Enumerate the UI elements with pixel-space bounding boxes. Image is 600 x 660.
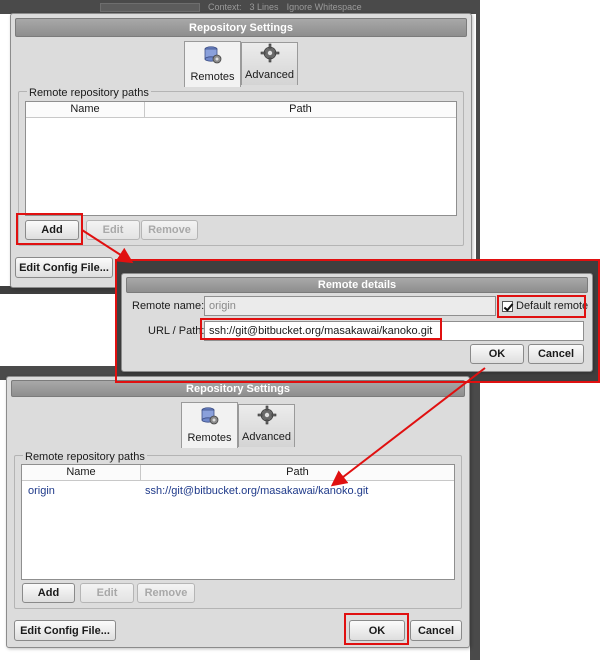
row-path-cell: ssh://git@bitbucket.org/masakawai/kanoko…: [145, 485, 369, 497]
dialog-title: Repository Settings: [11, 380, 465, 397]
dialog-title: Repository Settings: [15, 18, 467, 37]
table-header: Name Path: [22, 465, 454, 481]
tab-remotes-label: Remotes: [190, 71, 235, 83]
edit-button[interactable]: Edit: [86, 220, 140, 240]
tab-remotes-label: Remotes: [187, 432, 232, 444]
background-app-lower-right: [470, 366, 480, 660]
repository-settings-dialog-empty: Repository Settings Remotes Advanced Rem…: [10, 13, 472, 288]
gear-icon: [257, 405, 277, 431]
background-app-right: [476, 0, 480, 260]
background-ignore-whitespace: Ignore Whitespace: [286, 2, 362, 12]
default-remote-label: Default remote: [516, 300, 589, 312]
table-header: Name Path: [26, 102, 456, 118]
remote-name-input[interactable]: origin: [204, 296, 496, 316]
tab-advanced[interactable]: Advanced: [238, 404, 295, 447]
ok-button[interactable]: OK: [349, 620, 405, 641]
column-header-path[interactable]: Path: [141, 466, 454, 478]
add-button[interactable]: Add: [22, 583, 75, 603]
tab-remotes[interactable]: Remotes: [181, 402, 238, 448]
gear-icon: [260, 43, 280, 69]
edit-config-file-button[interactable]: Edit Config File...: [14, 620, 116, 641]
edit-button[interactable]: Edit: [80, 583, 134, 603]
cancel-button[interactable]: Cancel: [410, 620, 462, 641]
remote-cancel-button[interactable]: Cancel: [528, 344, 584, 364]
remote-ok-button[interactable]: OK: [470, 344, 524, 364]
tab-remotes[interactable]: Remotes: [184, 41, 241, 87]
row-name-cell: origin: [28, 485, 55, 497]
background-toolbar-top: Context: 3 Lines Ignore Whitespace: [100, 2, 362, 12]
remove-button[interactable]: Remove: [141, 220, 198, 240]
column-header-path[interactable]: Path: [145, 103, 456, 115]
remote-details-dialog: Remote details Remote name: origin Defau…: [121, 273, 593, 372]
background-search-field: [100, 2, 200, 12]
tab-advanced[interactable]: Advanced: [241, 42, 298, 85]
database-gear-icon: [203, 45, 223, 71]
column-header-name[interactable]: Name: [26, 103, 144, 115]
repository-settings-dialog-filled: Repository Settings Remotes Advanced Rem…: [6, 376, 470, 648]
remote-name-label: Remote name:: [132, 300, 205, 312]
background-context-label: Context:: [208, 2, 242, 12]
tab-advanced-label: Advanced: [242, 431, 291, 443]
remote-details-title: Remote details: [126, 277, 588, 293]
remote-paths-label: Remote repository paths: [23, 451, 147, 463]
remote-paths-table[interactable]: Name Path origin ssh://git@bitbucket.org…: [21, 464, 455, 580]
remote-paths-label: Remote repository paths: [27, 87, 151, 99]
add-button[interactable]: Add: [25, 220, 79, 240]
checkmark-icon: [502, 300, 513, 312]
database-gear-icon: [200, 406, 220, 432]
url-path-label: URL / Path:: [148, 325, 205, 337]
default-remote-checkbox[interactable]: Default remote: [502, 300, 588, 312]
remote-paths-table[interactable]: Name Path: [25, 101, 457, 216]
remove-button[interactable]: Remove: [137, 583, 195, 603]
background-context-value: 3 Lines: [249, 2, 279, 12]
url-path-input[interactable]: ssh://git@bitbucket.org/masakawai/kanoko…: [204, 321, 584, 341]
table-row[interactable]: origin ssh://git@bitbucket.org/masakawai…: [22, 482, 454, 500]
tab-advanced-label: Advanced: [245, 69, 294, 81]
column-header-name[interactable]: Name: [22, 466, 140, 478]
edit-config-file-button[interactable]: Edit Config File...: [15, 257, 113, 278]
